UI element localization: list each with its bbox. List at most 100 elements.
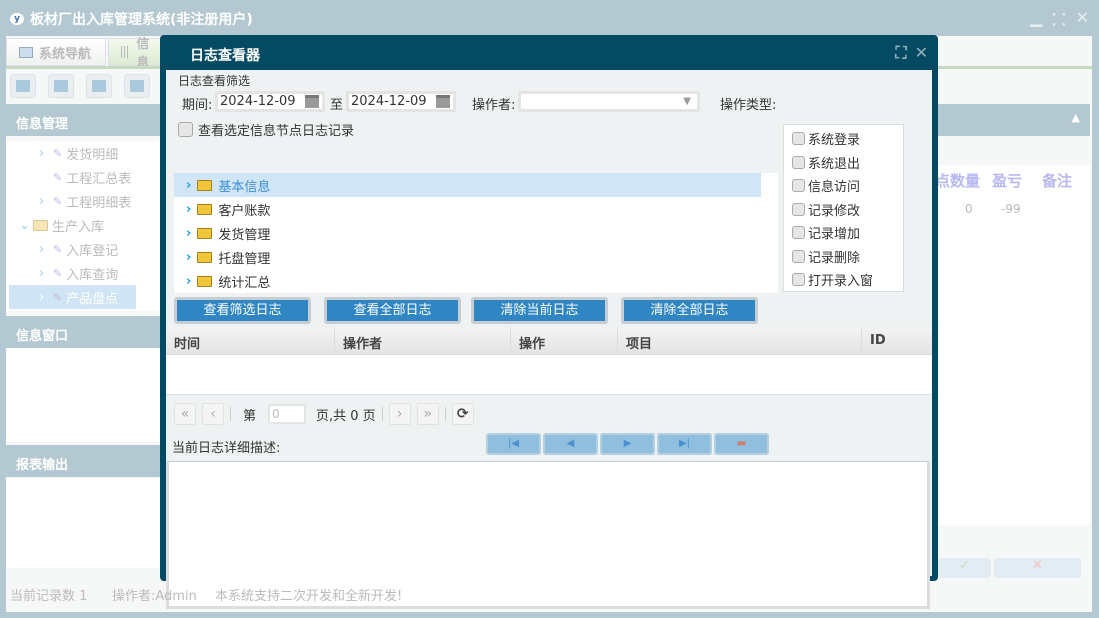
optype-option[interactable]: 系统登录 [792,127,895,151]
section-info-management[interactable]: 信息管理 [6,104,160,136]
list-tool-icon[interactable] [48,74,74,98]
log-grid-body [166,355,932,395]
column-operator[interactable]: 操作者 [335,327,511,355]
view-filtered-logs-button[interactable]: 查看筛选日志 [174,297,311,324]
optype-option[interactable]: 记录删除 [792,245,895,269]
tree-node[interactable]: › 基本信息 [174,173,761,197]
dropdown-arrow-icon: ▼ [683,96,691,107]
restore-icon[interactable]: ⸬ [1052,8,1065,30]
refresh-icon[interactable]: ⟳ [451,403,474,425]
chevron-right-icon: › [39,193,45,209]
last-page-icon[interactable]: » [416,403,439,425]
date-from-field[interactable]: 2024-12-09 [215,91,325,112]
next-record-button[interactable]: ▶ [600,433,655,455]
tab-info[interactable]: 信息 [108,37,168,71]
pager: « ‹ 第 0 页,共 0 页 › » ⟳ [174,402,474,426]
wand-icon: ✎ [53,194,63,208]
separator [230,407,231,421]
column-header: 备注 [1042,172,1073,190]
column-header: 盈亏 [992,172,1023,190]
document-tool-icon[interactable] [86,74,112,98]
calendar-icon[interactable] [436,95,450,108]
tree-node[interactable]: › 发货管理 [174,221,761,245]
confirm-button[interactable]: ✓ [938,558,991,578]
first-page-icon[interactable]: « [174,403,196,425]
next-page-icon[interactable]: › [388,403,411,425]
operator-select[interactable]: ▼ [518,91,700,112]
page-input[interactable]: 0 [268,404,307,424]
separator [444,407,446,421]
section-report-output[interactable]: 报表输出 [6,445,160,477]
tab-system-nav[interactable]: 系统导航 [6,38,106,66]
sidebar-item[interactable]: › ✎ 工程明细表 [9,189,160,213]
calendar-icon[interactable] [305,95,319,108]
checkbox[interactable] [792,249,805,263]
sidebar-tree: › ✎ 发货明细 ✎ 工程汇总表 › ✎ 工程明细表 ⌄ 生产入库 › ✎ 入库登记 › ✎ 入库查… [6,141,160,311]
sidebar-item[interactable]: › ✎ 发货明细 [9,141,160,165]
separator [381,407,383,421]
checkbox[interactable] [792,202,805,216]
optype-label: 操作类型: [720,98,777,113]
chevron-down-icon: ⌄ [19,217,30,233]
cancel-button[interactable]: ✕ [994,558,1081,578]
chevron-right-icon: › [39,265,45,281]
folder-icon [197,275,213,287]
tree-node[interactable]: › 统计汇总 [174,269,761,293]
sidebar-item[interactable]: ✎ 工程汇总表 [9,165,160,189]
search-tool-icon[interactable] [10,74,36,98]
cell-profit-loss: -99 [1001,202,1021,216]
maximize-icon[interactable]: ⛶ [895,43,906,63]
column-operation[interactable]: 操作 [511,327,618,355]
clear-all-logs-button[interactable]: 清除全部日志 [621,297,758,324]
log-viewer-dialog: 日志查看器 ⛶ ✕ 日志查看筛选 期间: 2024-12-09 至 2024-12… [160,35,938,609]
optype-option[interactable]: 记录修改 [792,198,895,222]
close-icon[interactable]: ✕ [915,43,928,63]
minimize-icon[interactable]: ▁ [1030,8,1042,30]
checkbox[interactable] [792,132,805,146]
column-item[interactable]: 项目 [618,327,862,355]
log-description-textarea[interactable] [166,461,930,609]
optype-option[interactable]: 系统退出 [792,151,895,175]
folder-icon [197,179,213,191]
dialog-body: 日志查看筛选 期间: 2024-12-09 至 2024-12-09 操作者: … [166,70,932,609]
sidebar-item[interactable]: › ✎ 入库查询 [9,261,160,285]
sidebar-item-selected[interactable]: › ✎ 产品盘点 [9,285,136,309]
delete-record-button[interactable]: ▬ [714,433,769,455]
info-window-panel [6,348,160,442]
chevron-right-icon: › [39,145,45,161]
date-to-value: 2024-12-09 [351,94,427,109]
checkbox[interactable] [792,155,805,169]
checkbox[interactable] [792,226,805,240]
chevron-right-icon: › [186,177,192,193]
description-label: 当前日志详细描述: [172,441,281,456]
date-to-field[interactable]: 2024-12-09 [346,91,456,112]
tree-node[interactable]: › 客户账款 [174,197,761,221]
close-icon[interactable]: ✕ [1076,8,1089,30]
section-info-window[interactable]: 信息窗口 [6,316,160,348]
last-record-button[interactable]: ▶| [657,433,712,455]
optype-option[interactable]: 信息访问 [792,174,895,198]
optype-option[interactable]: 记录增加 [792,221,895,245]
sidebar-item[interactable]: › ✎ 入库登记 [9,237,160,261]
status-note: 本系统支持二次开发和全新开发! [215,589,403,604]
first-record-button[interactable]: |◀ [486,433,541,455]
checkbox[interactable] [178,122,193,137]
node-filter-checkbox[interactable]: 查看选定信息节点日志记录 [178,120,354,139]
user-tool-icon[interactable] [124,74,150,98]
column-time[interactable]: 时间 [166,327,335,355]
clear-current-log-button[interactable]: 清除当前日志 [471,297,608,324]
chevron-right-icon: › [39,289,45,305]
tree-node[interactable]: › 托盘管理 [174,245,761,269]
optype-option[interactable]: 打开录入窗 [792,268,895,292]
collapse-up-icon[interactable]: ▲ [1072,111,1080,124]
view-all-logs-button[interactable]: 查看全部日志 [324,297,461,324]
prev-page-icon[interactable]: ‹ [202,403,224,425]
sidebar-item[interactable]: ⌄ 生产入库 [9,213,160,237]
wand-icon: ✎ [53,146,63,160]
wand-icon: ✎ [53,242,63,256]
checkbox[interactable] [792,179,805,193]
column-id[interactable]: ID [862,327,932,355]
prev-record-button[interactable]: ◀ [543,433,598,455]
checkbox[interactable] [792,273,805,287]
optype-checklist: 系统登录 系统退出 信息访问 记录修改 记录增加 记录删除 打开录入窗 [783,124,904,292]
